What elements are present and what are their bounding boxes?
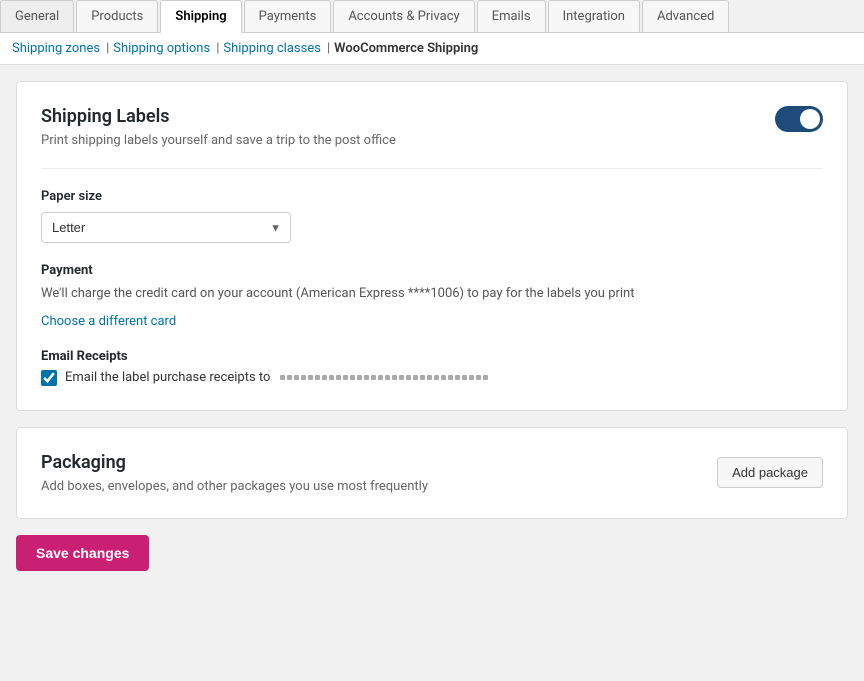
tab-advanced[interactable]: Advanced bbox=[642, 0, 729, 32]
dot-group-6 bbox=[350, 375, 369, 380]
save-changes-button[interactable]: Save changes bbox=[16, 535, 149, 571]
shipping-labels-info: Shipping Labels Print shipping labels yo… bbox=[41, 106, 396, 148]
dot bbox=[420, 375, 425, 380]
dot bbox=[280, 375, 285, 380]
dot bbox=[483, 375, 488, 380]
paper-size-select[interactable]: Letter Legal A4 bbox=[41, 212, 291, 243]
payment-group: Payment We'll charge the credit card on … bbox=[41, 263, 823, 329]
tab-general[interactable]: General bbox=[0, 0, 74, 32]
dot bbox=[455, 375, 460, 380]
dot bbox=[476, 375, 481, 380]
shipping-labels-toggle[interactable] bbox=[775, 106, 823, 132]
email-receipts-row: Email the label purchase receipts to bbox=[41, 370, 823, 386]
dot bbox=[301, 375, 306, 380]
shipping-labels-header: Shipping Labels Print shipping labels yo… bbox=[41, 106, 823, 148]
sub-navigation: Shipping zones | Shipping options | Ship… bbox=[0, 33, 864, 65]
dot bbox=[399, 375, 404, 380]
dot-group-7 bbox=[371, 375, 397, 380]
dot bbox=[371, 375, 376, 380]
tab-products[interactable]: Products bbox=[76, 0, 158, 32]
subnav-shipping-classes[interactable]: Shipping classes bbox=[223, 41, 321, 56]
dot bbox=[343, 375, 348, 380]
dot bbox=[357, 375, 362, 380]
subnav-shipping-options[interactable]: Shipping options bbox=[113, 41, 210, 56]
dot bbox=[308, 375, 313, 380]
dot bbox=[427, 375, 432, 380]
dot-group-5 bbox=[329, 375, 348, 380]
dot-group-11 bbox=[455, 375, 467, 380]
dot-group-4 bbox=[308, 375, 327, 380]
dot bbox=[350, 375, 355, 380]
email-receipts-title: Email Receipts bbox=[41, 349, 823, 364]
paper-size-label: Paper size bbox=[41, 189, 823, 204]
email-receipts-label: Email the label purchase receipts to bbox=[65, 370, 270, 385]
subnav-current: WooCommerce Shipping bbox=[334, 41, 478, 56]
email-receipts-group: Email Receipts Email the label purchase … bbox=[41, 349, 823, 386]
payment-title: Payment bbox=[41, 263, 823, 278]
dot bbox=[413, 375, 418, 380]
subnav-sep-3: | bbox=[327, 41, 330, 56]
packaging-title: Packaging bbox=[41, 452, 428, 473]
subnav-sep-2: | bbox=[216, 41, 219, 56]
tab-bar: General Products Shipping Payments Accou… bbox=[0, 0, 864, 33]
dot bbox=[315, 375, 320, 380]
add-package-button[interactable]: Add package bbox=[717, 457, 823, 488]
tab-emails[interactable]: Emails bbox=[477, 0, 546, 32]
divider-1 bbox=[41, 168, 823, 169]
shipping-labels-description: Print shipping labels yourself and save … bbox=[41, 133, 396, 148]
shipping-labels-title: Shipping Labels bbox=[41, 106, 396, 127]
dot bbox=[441, 375, 446, 380]
dot bbox=[336, 375, 341, 380]
tab-accounts-privacy[interactable]: Accounts & Privacy bbox=[333, 0, 474, 32]
dot bbox=[385, 375, 390, 380]
dot bbox=[322, 375, 327, 380]
dot-group-8 bbox=[399, 375, 432, 380]
dot bbox=[392, 375, 397, 380]
dot-group-10 bbox=[448, 375, 453, 380]
toggle-slider bbox=[775, 106, 823, 132]
subnav-shipping-zones[interactable]: Shipping zones bbox=[12, 41, 100, 56]
dot-group-3 bbox=[301, 375, 306, 380]
dot bbox=[406, 375, 411, 380]
dot bbox=[364, 375, 369, 380]
packaging-description: Add boxes, envelopes, and other packages… bbox=[41, 479, 428, 494]
dot bbox=[462, 375, 467, 380]
dot bbox=[434, 375, 439, 380]
choose-different-card-link[interactable]: Choose a different card bbox=[41, 314, 176, 329]
dot-group-9 bbox=[434, 375, 446, 380]
email-receipts-checkbox[interactable] bbox=[41, 370, 57, 386]
dot bbox=[469, 375, 474, 380]
dot bbox=[294, 375, 299, 380]
subnav-sep-1: | bbox=[106, 41, 109, 56]
tab-integration[interactable]: Integration bbox=[548, 0, 640, 32]
dot bbox=[448, 375, 453, 380]
tab-payments[interactable]: Payments bbox=[244, 0, 332, 32]
paper-size-select-wrapper: Letter Legal A4 ▼ bbox=[41, 212, 291, 243]
dot-group-12 bbox=[469, 375, 488, 380]
packaging-info: Packaging Add boxes, envelopes, and othe… bbox=[41, 452, 428, 494]
packaging-card: Packaging Add boxes, envelopes, and othe… bbox=[16, 427, 848, 519]
paper-size-group: Paper size Letter Legal A4 ▼ bbox=[41, 189, 823, 243]
email-redacted bbox=[280, 375, 488, 380]
dot bbox=[329, 375, 334, 380]
dot-group-1 bbox=[280, 375, 292, 380]
dot-group-2 bbox=[294, 375, 299, 380]
tab-shipping[interactable]: Shipping bbox=[160, 0, 241, 33]
packaging-header: Packaging Add boxes, envelopes, and othe… bbox=[41, 452, 823, 494]
payment-description: We'll charge the credit card on your acc… bbox=[41, 284, 823, 304]
shipping-labels-card: Shipping Labels Print shipping labels yo… bbox=[16, 81, 848, 411]
main-content: Shipping Labels Print shipping labels yo… bbox=[0, 65, 864, 587]
dot bbox=[287, 375, 292, 380]
dot bbox=[378, 375, 383, 380]
